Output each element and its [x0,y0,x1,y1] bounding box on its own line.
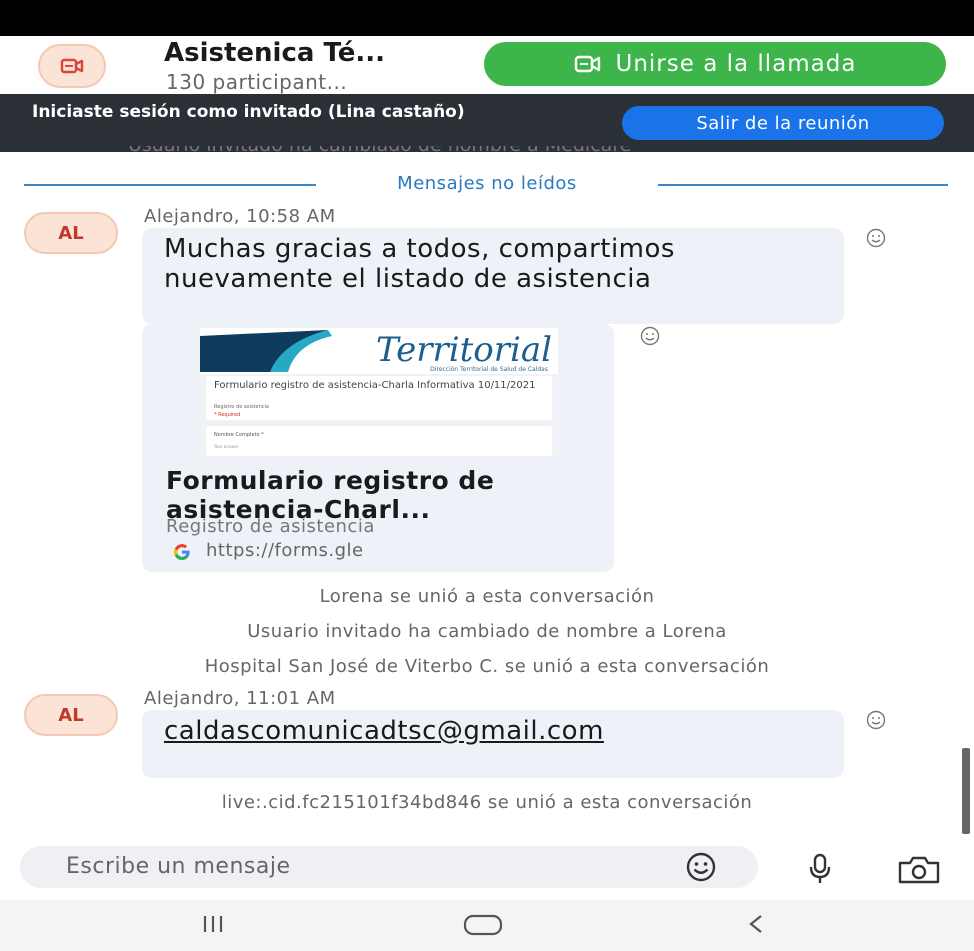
join-call-label: Unirse a la llamada [615,51,857,77]
leave-meeting-button[interactable]: Salir de la reunión [622,106,944,140]
reaction-smiley-icon[interactable] [866,228,886,248]
sender-timestamp: Alejandro, 10:58 AM [144,206,336,227]
video-call-icon [60,58,84,74]
google-icon [172,542,192,567]
guest-session-text: Iniciaste sesión como invitado (Lina cas… [32,102,465,122]
message-text: Muchas gracias a todos, compartimos nuev… [164,234,675,294]
partially-hidden-system-message: Usuario invitado ha cambiado de nombre a… [0,146,974,160]
territorial-tagline: Dirección Territorial de Salud de Caldas [430,366,548,373]
form-preview-field: Nombre Completo * Your answer [206,426,552,456]
message-input[interactable]: Escribe un mensaje [20,846,758,888]
message-input-placeholder: Escribe un mensaje [66,854,291,879]
territorial-logo-swoosh [200,330,332,372]
guest-session-bar: Iniciaste sesión como invitado (Lina cas… [0,94,974,152]
unread-divider-label: Mensajes no leídos [397,173,577,194]
system-message: Lorena se unió a esta conversación [319,586,655,607]
status-bar [0,0,974,36]
message-bubble[interactable]: Muchas gracias a todos, compartimos nuev… [142,228,844,324]
system-message: Hospital San José de Viterbo C. se unió … [204,656,770,677]
group-avatar[interactable] [38,44,106,88]
sender-avatar[interactable]: AL [24,694,118,736]
unread-divider-line-left [24,184,316,186]
link-preview-description: Registro de asistencia [166,516,375,537]
emoji-icon[interactable] [684,850,718,884]
recent-apps-icon[interactable] [196,912,230,936]
camera-icon[interactable] [896,856,942,884]
reaction-smiley-icon[interactable] [866,710,886,730]
link-preview-url[interactable]: https://forms.gle [206,540,364,561]
system-message: live:.cid.fc215101f34bd846 se unió a est… [221,792,753,813]
back-icon[interactable] [744,912,768,936]
participant-count[interactable]: 130 participant... [166,70,347,94]
video-icon [574,55,600,73]
reaction-smiley-icon[interactable] [640,326,660,346]
system-message: Usuario invitado ha cambiado de nombre a… [247,621,727,642]
group-title[interactable]: Asistenica Té... [164,38,385,68]
chat-header: Asistenica Té... 130 participant... Unir… [0,36,974,94]
unread-divider-line-right [658,184,948,186]
territorial-logo-text: Territorial [376,330,552,370]
link-preview-card[interactable]: Territorial Dirección Territorial de Sal… [142,324,614,572]
form-preview-header: Formulario registro de asistencia-Charla… [206,376,552,420]
home-icon[interactable] [462,914,504,936]
territorial-banner: Territorial Dirección Territorial de Sal… [200,328,558,374]
join-call-button[interactable]: Unirse a la llamada [484,42,946,86]
email-link[interactable]: caldascomunicadtsc@gmail.com [164,716,744,746]
scrollbar-thumb[interactable] [962,748,970,834]
sender-avatar[interactable]: AL [24,212,118,254]
microphone-icon[interactable] [805,852,835,886]
link-preview-thumbnail: Territorial Dirección Territorial de Sal… [200,328,558,458]
system-navigation-bar [0,900,974,951]
sender-timestamp: Alejandro, 11:01 AM [144,688,336,709]
